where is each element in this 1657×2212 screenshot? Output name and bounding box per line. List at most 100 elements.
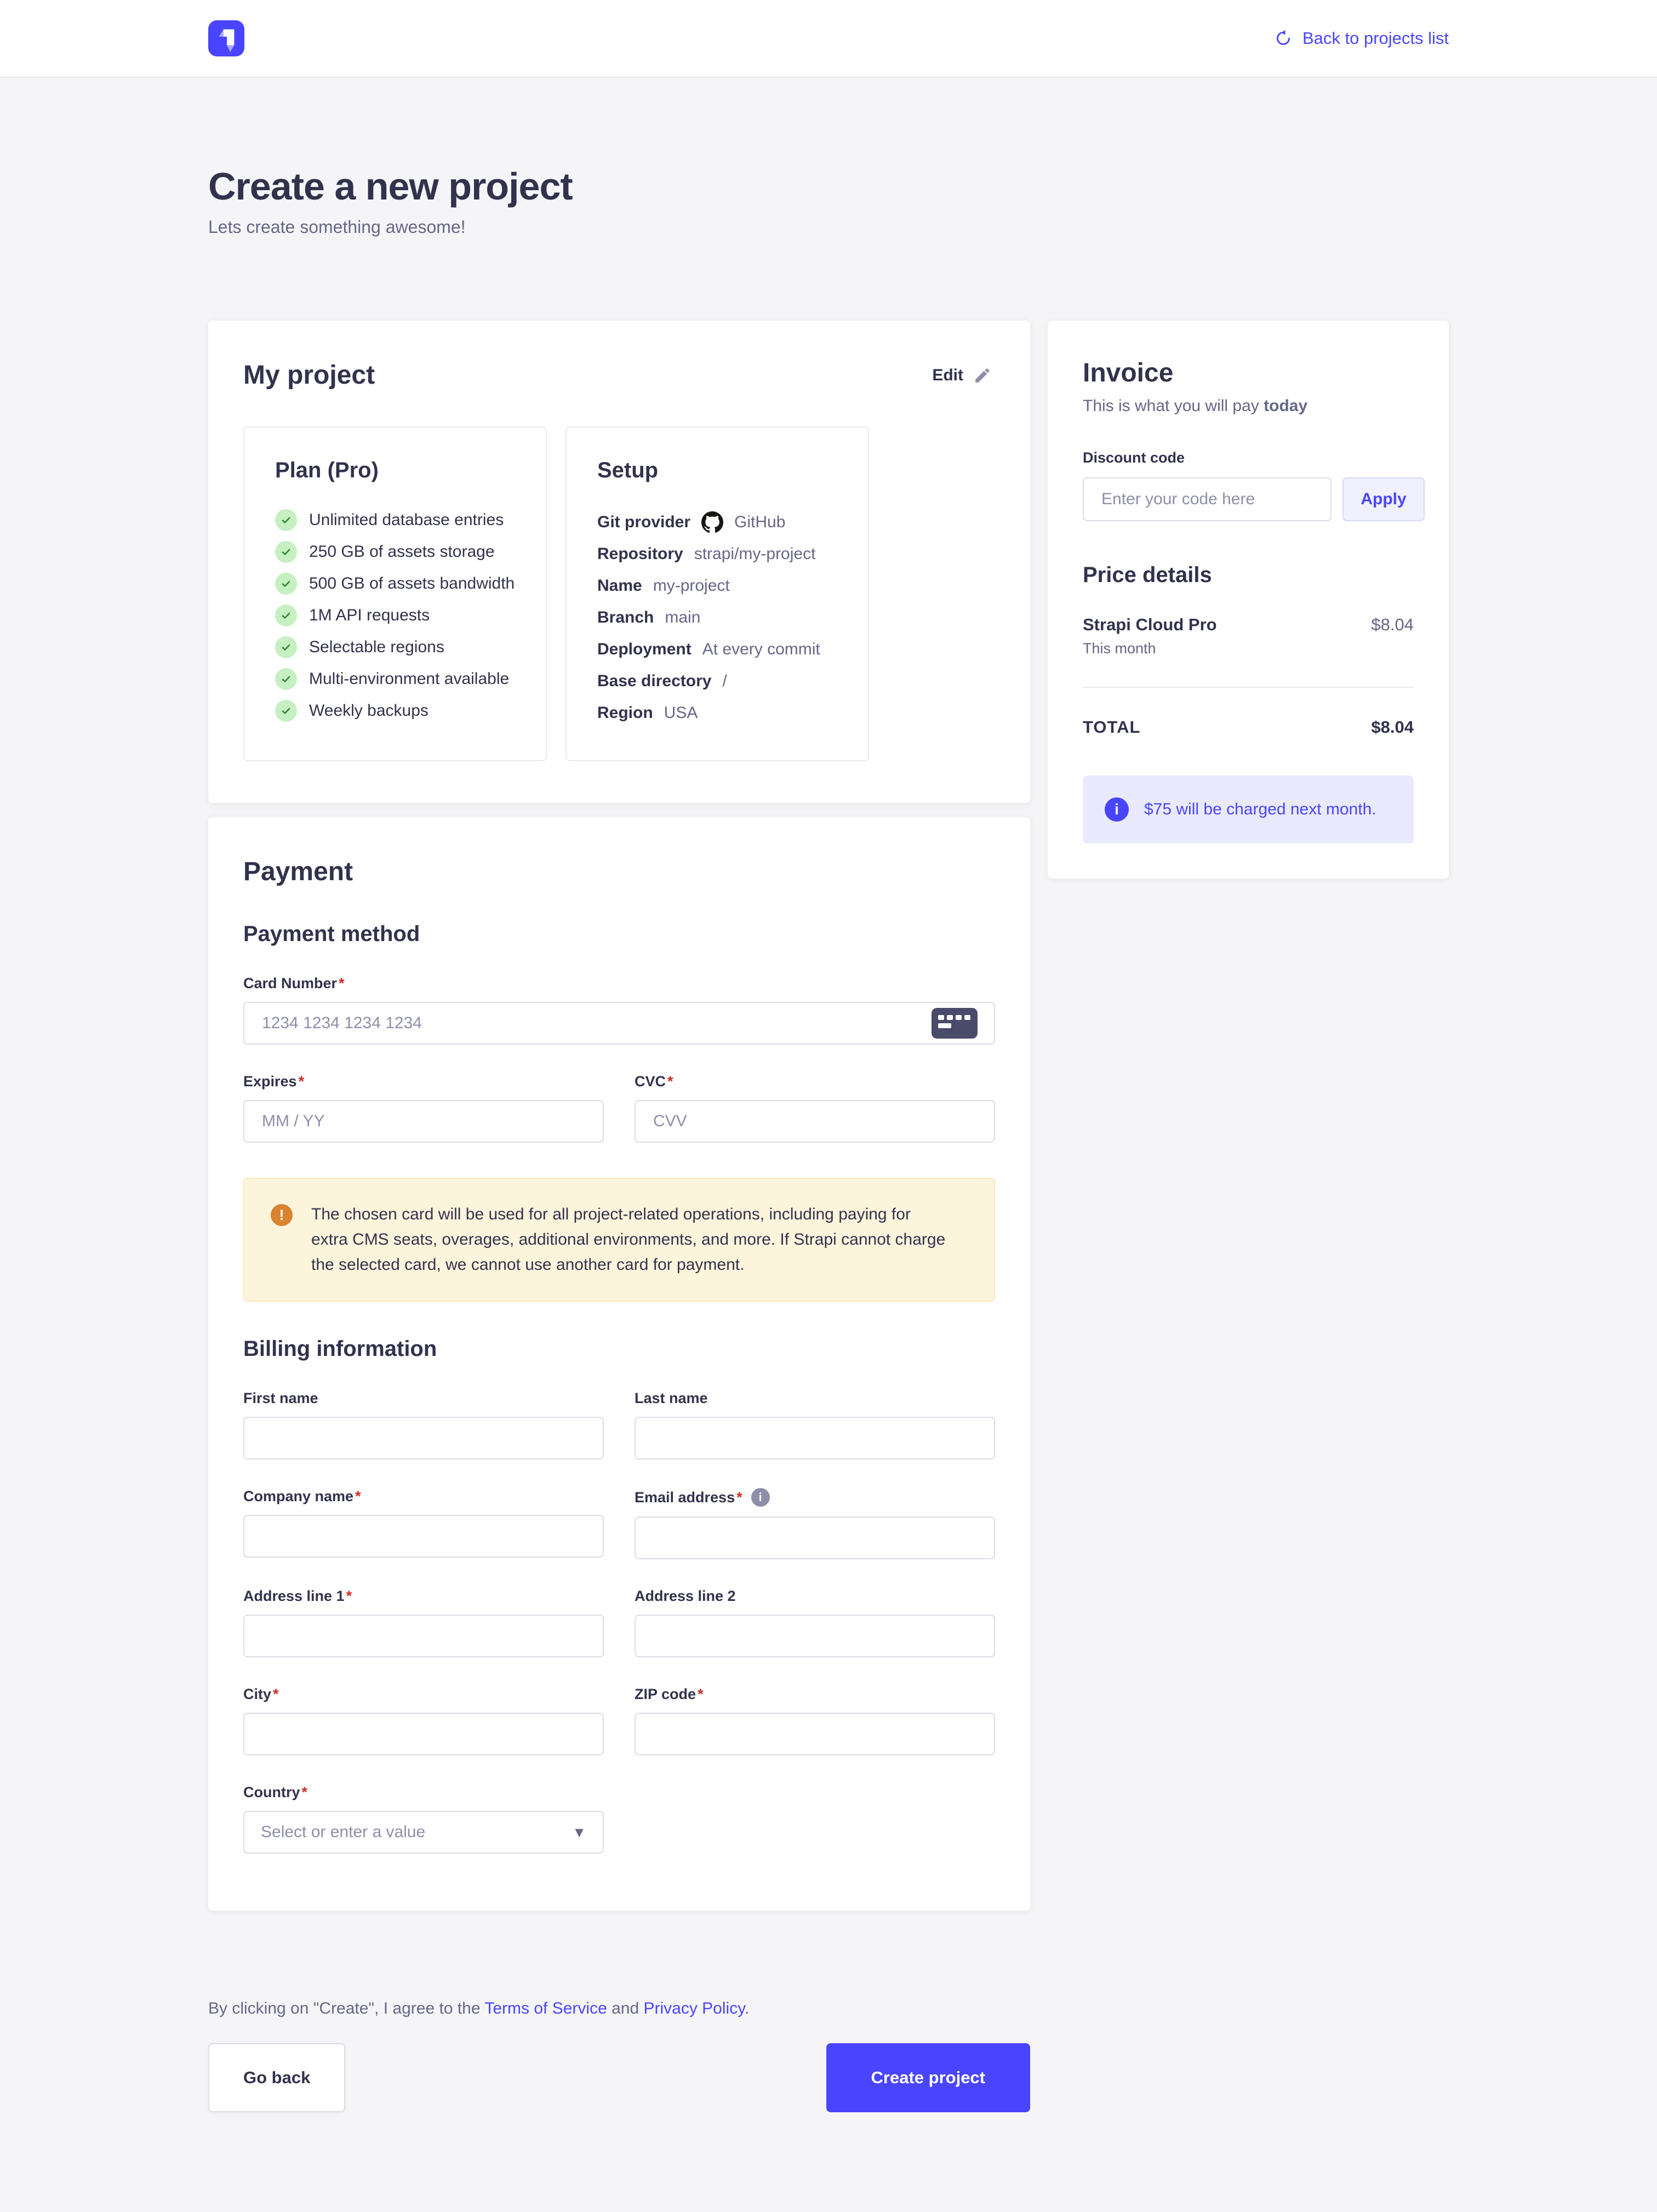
email-address-field-wrapper bbox=[635, 1517, 995, 1559]
expires-label: Expires* bbox=[243, 1073, 604, 1090]
check-icon bbox=[275, 605, 297, 626]
city-label: City* bbox=[243, 1686, 604, 1703]
plan-subcard: Plan (Pro) Unlimited database entries 25… bbox=[243, 426, 547, 761]
setup-label: Name bbox=[597, 577, 642, 595]
last-name-input[interactable] bbox=[652, 1428, 978, 1448]
strapi-logo[interactable] bbox=[208, 20, 244, 56]
company-name-input[interactable] bbox=[261, 1526, 586, 1546]
required-asterisk: * bbox=[698, 1686, 704, 1703]
setup-value: main bbox=[665, 608, 700, 627]
my-project-title: My project bbox=[243, 360, 375, 390]
expires-input[interactable] bbox=[261, 1111, 586, 1131]
plan-feature-list: Unlimited database entries 250 GB of ass… bbox=[275, 509, 515, 722]
plan-title: Plan (Pro) bbox=[275, 458, 515, 483]
card-number-label: Card Number* bbox=[243, 975, 995, 992]
setup-label: Repository bbox=[597, 545, 683, 563]
setup-value: GitHub bbox=[734, 513, 785, 532]
plan-feature: Multi-environment available bbox=[275, 668, 515, 690]
price-details-title: Price details bbox=[1083, 563, 1414, 588]
company-name-field-wrapper bbox=[243, 1515, 604, 1558]
card-usage-warning: ! The chosen card will be used for all p… bbox=[243, 1178, 995, 1302]
github-icon bbox=[701, 511, 723, 533]
plan-feature: 250 GB of assets storage bbox=[275, 541, 515, 563]
plan-feature: 1M API requests bbox=[275, 605, 515, 626]
address-line-1-label: Address line 1* bbox=[243, 1588, 604, 1605]
company-name-label: Company name* bbox=[243, 1488, 604, 1505]
zip-code-field-wrapper bbox=[635, 1713, 995, 1755]
required-asterisk: * bbox=[273, 1686, 279, 1703]
setup-value: strapi/my-project bbox=[694, 545, 816, 563]
invoice-subtitle: This is what you will pay today bbox=[1083, 397, 1414, 415]
setup-label: Git provider bbox=[597, 513, 690, 532]
setup-row-branch: Branch main bbox=[597, 607, 837, 629]
top-navigation-bar: Back to projects list bbox=[0, 0, 1657, 78]
plan-feature-label: Unlimited database entries bbox=[309, 511, 504, 529]
line-item-period: This month bbox=[1083, 640, 1414, 657]
setup-row-region: Region USA bbox=[597, 702, 837, 724]
plan-feature-label: Multi-environment available bbox=[309, 670, 509, 688]
expires-field-wrapper bbox=[243, 1100, 604, 1143]
card-number-input[interactable] bbox=[261, 1013, 932, 1033]
edit-label: Edit bbox=[932, 366, 963, 385]
country-select[interactable]: Select or enter a value ▼ bbox=[243, 1811, 604, 1854]
strapi-logo-glyph bbox=[208, 20, 244, 56]
email-address-input[interactable] bbox=[652, 1528, 978, 1548]
check-icon bbox=[275, 668, 297, 690]
plan-feature-label: 1M API requests bbox=[309, 606, 430, 625]
first-name-input[interactable] bbox=[261, 1428, 586, 1448]
plan-feature-label: Selectable regions bbox=[309, 638, 444, 657]
check-icon bbox=[275, 541, 297, 563]
address-line-1-input[interactable] bbox=[261, 1626, 586, 1646]
first-name-field-wrapper bbox=[243, 1417, 604, 1460]
create-project-button[interactable]: Create project bbox=[826, 2043, 1030, 2112]
invoice-total-row: TOTAL $8.04 bbox=[1083, 717, 1414, 737]
zip-code-label: ZIP code* bbox=[635, 1686, 995, 1703]
chevron-down-icon: ▼ bbox=[572, 1824, 586, 1841]
city-field-wrapper bbox=[243, 1713, 604, 1755]
credit-card-icon bbox=[932, 1008, 978, 1039]
setup-title: Setup bbox=[597, 458, 837, 483]
required-asterisk: * bbox=[302, 1784, 308, 1801]
discount-code-input[interactable] bbox=[1100, 489, 1314, 509]
setup-subcard: Setup Git provider GitHub Repository bbox=[565, 426, 869, 761]
my-project-card: My project Edit Plan (Pro) bbox=[208, 321, 1030, 803]
address-line-2-label: Address line 2 bbox=[635, 1588, 995, 1605]
last-name-field-wrapper bbox=[635, 1417, 995, 1460]
required-asterisk: * bbox=[355, 1488, 361, 1505]
plan-feature: Weekly backups bbox=[275, 700, 515, 722]
apply-discount-button[interactable]: Apply bbox=[1342, 477, 1425, 521]
back-arrow-icon bbox=[1274, 29, 1293, 48]
country-label: Country* bbox=[243, 1784, 604, 1801]
discount-code-label: Discount code bbox=[1083, 449, 1414, 466]
city-input[interactable] bbox=[261, 1724, 586, 1744]
terms-of-service-link[interactable]: Terms of Service bbox=[484, 1999, 607, 2017]
billing-information-title: Billing information bbox=[243, 1337, 995, 1361]
plan-feature-label: Weekly backups bbox=[309, 702, 428, 720]
zip-code-input[interactable] bbox=[652, 1724, 978, 1744]
plan-feature-label: 250 GB of assets storage bbox=[309, 543, 495, 561]
cvc-input[interactable] bbox=[652, 1111, 978, 1131]
required-asterisk: * bbox=[667, 1073, 673, 1090]
privacy-policy-link[interactable]: Privacy Policy bbox=[643, 1999, 744, 2017]
setup-row-deployment: Deployment At every commit bbox=[597, 638, 837, 660]
invoice-divider bbox=[1083, 687, 1414, 688]
back-to-projects-link[interactable]: Back to projects list bbox=[1274, 28, 1449, 48]
country-select-placeholder: Select or enter a value bbox=[261, 1823, 425, 1842]
payment-card: Payment Payment method Card Number* E bbox=[208, 817, 1030, 1911]
check-icon bbox=[275, 573, 297, 595]
terms-agreement-text: By clicking on "Create", I agree to the … bbox=[208, 1999, 1030, 2018]
payment-title: Payment bbox=[243, 857, 995, 887]
card-number-field-wrapper bbox=[243, 1002, 995, 1045]
edit-project-button[interactable]: Edit bbox=[929, 366, 995, 385]
setup-row-name: Name my-project bbox=[597, 575, 837, 597]
address-line-1-field-wrapper bbox=[243, 1615, 604, 1657]
address-line-2-input[interactable] bbox=[652, 1626, 978, 1646]
setup-row-git-provider: Git provider GitHub bbox=[597, 511, 837, 533]
plan-feature-label: 500 GB of assets bandwidth bbox=[309, 574, 515, 593]
info-icon: i bbox=[1105, 797, 1129, 822]
go-back-button[interactable]: Go back bbox=[208, 2043, 345, 2112]
setup-label: Deployment bbox=[597, 640, 692, 659]
required-asterisk: * bbox=[299, 1073, 305, 1090]
payment-method-title: Payment method bbox=[243, 922, 995, 947]
setup-label: Base directory bbox=[597, 672, 711, 691]
